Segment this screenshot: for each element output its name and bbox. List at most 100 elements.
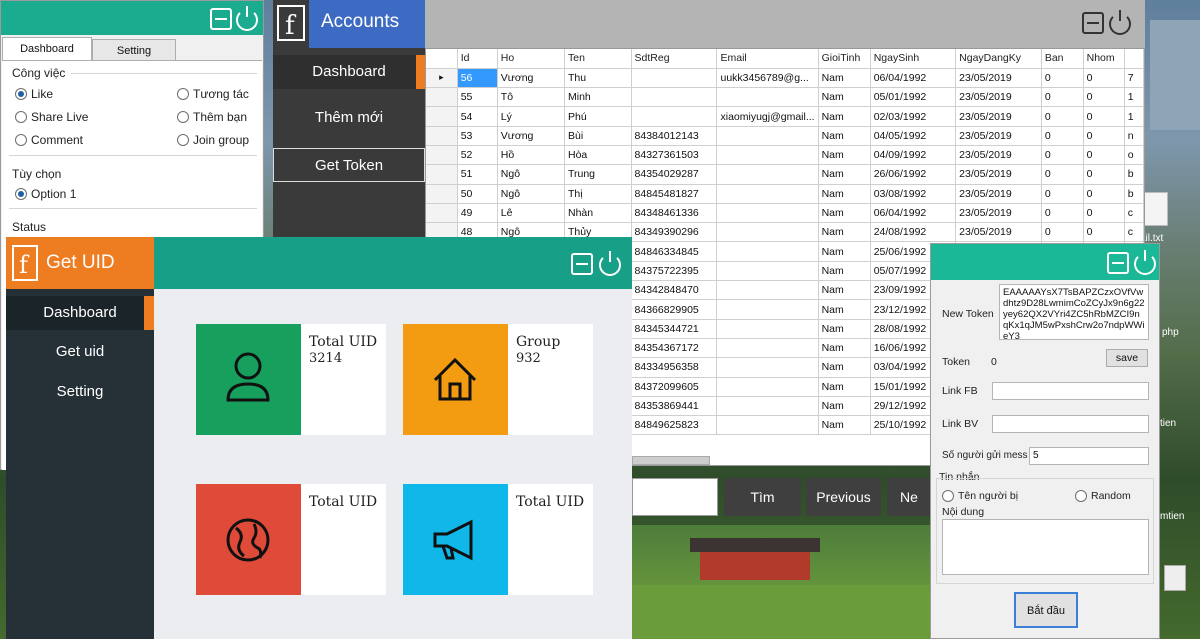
stat-tile[interactable]: Total UID xyxy=(403,484,593,595)
table-cell[interactable]: 0 xyxy=(1041,222,1084,243)
column-header[interactable]: GioiTinh xyxy=(818,49,871,69)
table-cell[interactable]: 49 xyxy=(457,203,498,224)
table-cell[interactable]: Nam xyxy=(818,377,871,397)
table-cell[interactable] xyxy=(716,338,819,359)
radio-join-group[interactable]: Join group xyxy=(177,133,249,147)
sidebar-item-get-uid[interactable]: Get uid xyxy=(6,335,154,369)
table-cell[interactable] xyxy=(631,87,718,108)
table-cell[interactable]: b xyxy=(1124,184,1144,204)
radio-share-live[interactable]: Share Live xyxy=(15,110,88,124)
table-cell[interactable]: 06/04/1992 xyxy=(870,203,957,224)
column-header[interactable]: NgayDangKy xyxy=(955,49,1042,69)
sidebar-item-dashboard[interactable]: Dashboard xyxy=(273,55,425,89)
table-cell[interactable]: 0 xyxy=(1041,126,1084,146)
minimize-icon[interactable] xyxy=(210,8,232,30)
row-header-cell[interactable] xyxy=(426,126,458,146)
table-cell[interactable]: Nam xyxy=(818,280,871,301)
tab-setting[interactable]: Setting xyxy=(92,39,176,61)
power-icon[interactable] xyxy=(1134,250,1156,275)
row-header-cell[interactable]: ▸ xyxy=(426,68,458,89)
stat-tile[interactable]: Total UID xyxy=(196,484,386,595)
table-cell[interactable]: 0 xyxy=(1041,87,1084,108)
table-cell[interactable]: 0 xyxy=(1041,145,1084,166)
stat-tile[interactable]: Total UID 3214 xyxy=(196,324,386,435)
table-cell[interactable]: Vương xyxy=(497,126,565,146)
table-cell[interactable]: Ngô xyxy=(497,184,565,204)
table-cell[interactable]: Ngô xyxy=(497,164,565,185)
table-row[interactable]: 50 Ngô Thị 84845481827 Nam 03/08/1992 23/05/20… xyxy=(426,184,1144,204)
table-cell[interactable]: Nam xyxy=(818,87,871,108)
table-cell[interactable] xyxy=(716,415,819,436)
table-cell[interactable] xyxy=(716,357,819,378)
table-cell[interactable] xyxy=(716,299,819,320)
table-cell[interactable]: o xyxy=(1124,145,1144,166)
table-cell[interactable]: 56 xyxy=(457,68,498,89)
table-cell[interactable]: Thị xyxy=(564,184,632,204)
table-cell[interactable]: Bùi xyxy=(564,126,632,146)
column-header[interactable]: Id xyxy=(457,49,498,69)
column-header[interactable] xyxy=(1124,49,1144,69)
table-cell[interactable]: xiaomiyugj@gmail... xyxy=(716,106,819,127)
table-cell[interactable]: 50 xyxy=(457,184,498,204)
minimize-icon[interactable] xyxy=(571,253,593,275)
table-cell[interactable]: 84849625823 xyxy=(631,415,718,436)
table-cell[interactable]: Nam xyxy=(818,415,871,436)
row-header-cell[interactable] xyxy=(426,203,458,224)
row-header-cell[interactable] xyxy=(426,164,458,185)
table-cell[interactable]: 84349390296 xyxy=(631,222,718,243)
table-cell[interactable]: 84348461336 xyxy=(631,203,718,224)
table-cell[interactable]: Nam xyxy=(818,261,871,282)
link-bv-input[interactable] xyxy=(992,415,1149,433)
table-cell[interactable] xyxy=(716,396,819,417)
table-row[interactable]: ▸ 56 Vương Thu uukk3456789@g... Nam 06/04/1992… xyxy=(426,68,1144,89)
table-cell[interactable]: 84354367172 xyxy=(631,338,718,359)
sidebar-item-dashboard[interactable]: Dashboard xyxy=(6,296,154,330)
table-cell[interactable]: 04/05/1992 xyxy=(870,126,957,146)
table-cell[interactable]: Phú xyxy=(564,106,632,127)
table-cell[interactable]: 0 xyxy=(1041,184,1084,204)
table-cell[interactable]: 23/05/2019 xyxy=(955,68,1042,89)
table-row[interactable]: 49 Lê Nhàn 84348461336 Nam 06/04/1992 23/05/20… xyxy=(426,203,1144,224)
column-header[interactable]: Nhom xyxy=(1083,49,1125,69)
radio-random[interactable]: Random xyxy=(1075,489,1131,503)
table-row[interactable]: 55 Tô Minh Nam 05/01/1992 23/05/2019 0 0 1 xyxy=(426,87,1144,108)
table-cell[interactable]: 84342848470 xyxy=(631,280,718,301)
radio-them-ban[interactable]: Thêm bạn xyxy=(177,110,247,124)
table-cell[interactable] xyxy=(716,261,819,282)
table-cell[interactable]: Nam xyxy=(818,203,871,224)
table-cell[interactable] xyxy=(716,203,819,224)
table-cell[interactable]: 23/05/2019 xyxy=(955,87,1042,108)
table-cell[interactable]: 23/05/2019 xyxy=(955,222,1042,243)
table-cell[interactable]: 0 xyxy=(1041,164,1084,185)
new-token-field[interactable]: EAAAAAYsX7TsBAPZCzxOVfVwdhtz9D28LwmimCoZ… xyxy=(999,284,1149,340)
table-cell[interactable]: Nam xyxy=(818,184,871,204)
table-cell[interactable]: 0 xyxy=(1083,87,1125,108)
table-cell[interactable]: 0 xyxy=(1083,126,1125,146)
table-cell[interactable] xyxy=(716,145,819,166)
sidebar-item-them-moi[interactable]: Thêm mới xyxy=(273,101,425,135)
sidebar-item-setting[interactable]: Setting xyxy=(6,375,154,409)
table-cell[interactable]: 0 xyxy=(1083,184,1125,204)
table-cell[interactable]: 03/08/1992 xyxy=(870,184,957,204)
table-cell[interactable]: Nam xyxy=(818,319,871,339)
table-cell[interactable]: 53 xyxy=(457,126,498,146)
table-cell[interactable] xyxy=(716,164,819,185)
table-cell[interactable]: 84345344721 xyxy=(631,319,718,339)
table-cell[interactable] xyxy=(631,106,718,127)
table-cell[interactable] xyxy=(716,87,819,108)
radio-tuong-tac[interactable]: Tương tác xyxy=(177,87,249,101)
table-cell[interactable]: Nam xyxy=(818,222,871,243)
table-cell[interactable]: 1 xyxy=(1124,106,1144,127)
stat-tile[interactable]: Group 932 xyxy=(403,324,593,435)
table-cell[interactable]: 23/05/2019 xyxy=(955,164,1042,185)
column-header[interactable]: Ho xyxy=(497,49,565,69)
table-cell[interactable]: 04/09/1992 xyxy=(870,145,957,166)
table-cell[interactable]: 23/05/2019 xyxy=(955,126,1042,146)
search-button[interactable]: Tìm xyxy=(724,478,801,516)
table-cell[interactable]: Nam xyxy=(818,396,871,417)
table-cell[interactable]: Nam xyxy=(818,106,871,127)
table-cell[interactable]: Hòa xyxy=(564,145,632,166)
table-row[interactable]: 53 Vương Bùi 84384012143 Nam 04/05/1992 23/05/… xyxy=(426,126,1144,146)
table-cell[interactable]: Nam xyxy=(818,145,871,166)
table-cell[interactable]: 84366829905 xyxy=(631,299,718,320)
